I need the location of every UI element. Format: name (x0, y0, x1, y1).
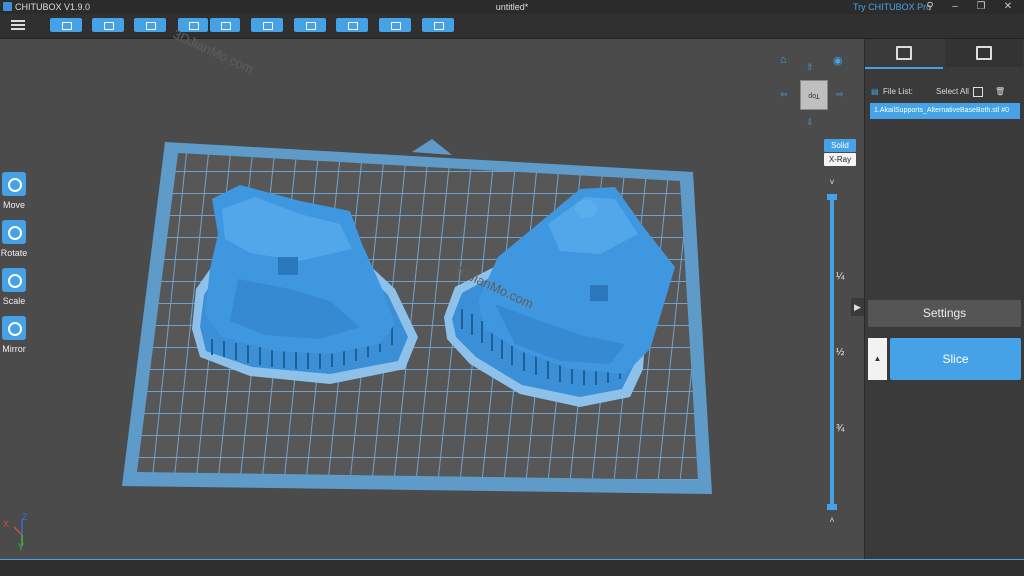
mirror-icon (2, 316, 26, 340)
slider-expand-icon[interactable]: ˄ (827, 515, 837, 525)
view-cube[interactable]: Top (800, 80, 828, 110)
scale-tool[interactable]: Scale (0, 268, 28, 306)
move-tool[interactable]: Move (0, 172, 28, 210)
file-icon: ▤ (871, 87, 879, 96)
menu-icon[interactable] (11, 18, 25, 32)
file-list-header: ▤ File List: Select All 🗑 (871, 85, 1021, 99)
eye-icon[interactable]: ◉ (833, 54, 843, 67)
slice-options-toggle[interactable]: ▲ (868, 338, 887, 380)
settings-button[interactable]: Settings (868, 300, 1021, 327)
minimize-button[interactable]: – (944, 0, 966, 14)
open-file-button[interactable] (50, 18, 82, 32)
list-settings-icon (896, 46, 912, 60)
build-plate-scene (13, 139, 712, 545)
chitubox-logo-icon (3, 2, 12, 11)
view-left-arrow-icon[interactable]: ⇦ (780, 89, 788, 100)
layer-slider-track[interactable] (830, 197, 834, 509)
close-button[interactable]: ✕ (997, 0, 1019, 14)
machine-settings-button[interactable] (92, 18, 124, 32)
tab-machine[interactable] (945, 39, 1023, 67)
support-button[interactable] (294, 18, 326, 32)
main-toolbar (0, 14, 1024, 39)
axis-x-label: X (3, 519, 10, 529)
hollow-button[interactable] (336, 18, 368, 32)
slider-tick-half: ½ (836, 347, 845, 358)
export-button[interactable] (210, 18, 240, 32)
axis-y-label: Y (18, 542, 25, 552)
status-bar (0, 559, 1024, 576)
file-list-label: File List: (883, 87, 913, 96)
select-all-checkbox[interactable] (973, 87, 983, 97)
rotate-icon (2, 220, 26, 244)
scale-icon (2, 268, 26, 292)
select-all-label: Select All (936, 87, 969, 96)
home-view-icon[interactable]: ⌂ (780, 54, 787, 66)
3d-viewport[interactable]: 3DJianMo.com 3DJianMo.com X Z Y Move Rot… (0, 26, 864, 559)
copy-button[interactable] (251, 18, 283, 32)
panel-collapse-arrow-icon[interactable]: ▶ (851, 298, 864, 316)
axis-z-label: Z (22, 512, 28, 522)
layer-slider-bottom-handle[interactable] (827, 504, 837, 510)
slice-button[interactable]: Slice (890, 338, 1021, 380)
slider-collapse-icon[interactable]: ˅ (827, 177, 837, 187)
slider-tick-three-quarter: ¾ (836, 423, 845, 434)
repair-button[interactable] (422, 18, 454, 32)
move-icon (2, 172, 26, 196)
printer-icon (976, 46, 992, 60)
user-icon[interactable]: ⚲ (919, 0, 941, 14)
tab-file-list[interactable] (865, 39, 943, 69)
layer-slider-top-handle[interactable] (827, 194, 837, 200)
view-up-arrow-icon[interactable]: ⇧ (806, 62, 814, 73)
view-down-arrow-icon[interactable]: ⇩ (806, 117, 814, 128)
slider-tick-quarter: ¼ (836, 271, 845, 282)
solid-mode-button[interactable]: Solid (824, 139, 856, 152)
file-list-item[interactable]: 1.AkailSupports_AlternativeBaseBoth.stl … (870, 103, 1020, 119)
xray-mode-button[interactable]: X-Ray (824, 153, 856, 166)
title-bar: CHITUBOX V1.9.0 untitled* Try CHITUBOX P… (0, 0, 1024, 14)
rotate-tool[interactable]: Rotate (0, 220, 28, 258)
auto-layout-button[interactable] (134, 18, 166, 32)
maximize-button[interactable]: ❐ (970, 0, 992, 14)
dig-hole-button[interactable] (379, 18, 411, 32)
app-name: CHITUBOX V1.9.0 (15, 2, 91, 12)
view-right-arrow-icon[interactable]: ⇨ (836, 89, 844, 100)
delete-icon[interactable]: 🗑 (995, 85, 1005, 99)
mirror-tool[interactable]: Mirror (0, 316, 28, 354)
